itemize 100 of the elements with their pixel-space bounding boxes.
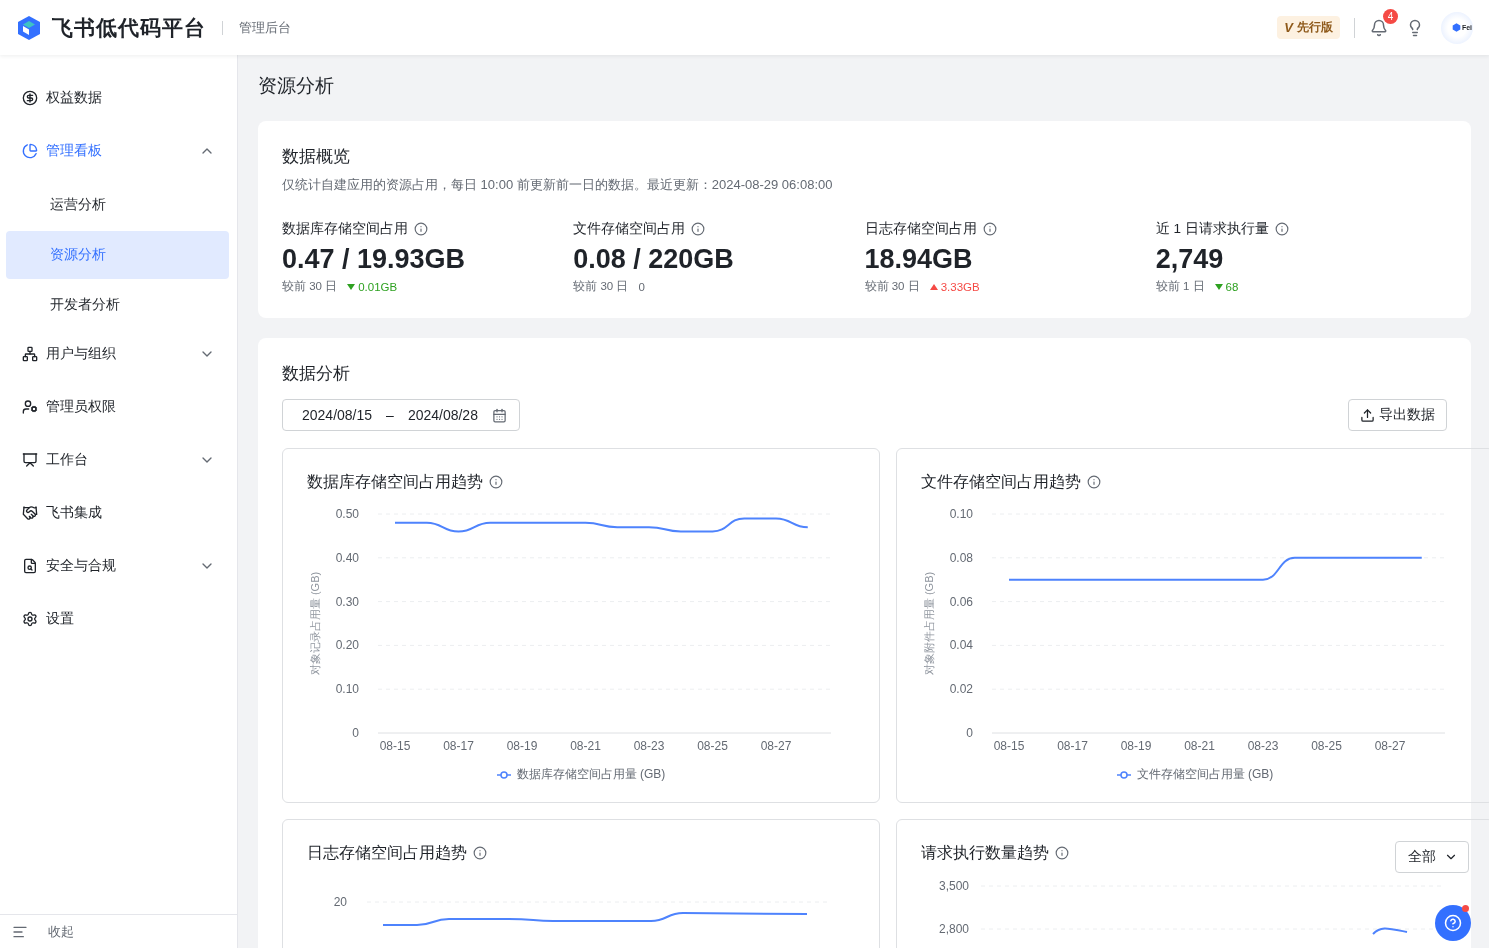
axis-tick-label: 3,500 <box>938 879 969 893</box>
menu-icon <box>22 90 38 106</box>
sidebar-subitem[interactable]: 开发者分析 <box>6 281 229 329</box>
menu-icon <box>22 143 38 159</box>
axis-tick-label: 0 <box>352 726 359 740</box>
sidebar-item[interactable]: 权益数据 <box>6 75 229 121</box>
description-text: 仅统计自建应用的资源占用，每日 10:00 前更新前一日的数据。最近更新：2024-08-29 06:08:00 <box>282 176 834 194</box>
axis-tick-label: 0.20 <box>335 638 359 653</box>
sidebar-item[interactable]: 工作台 <box>6 437 229 483</box>
legend-icon <box>1116 770 1131 779</box>
date-range-picker[interactable]: 2024/08/15 – 2024/08/28 <box>282 399 520 431</box>
sidebar-subitem[interactable]: 资源分析 <box>6 231 229 279</box>
product-name: 飞书低代码平台 <box>52 14 206 41</box>
axis-tick-label: 08-21 <box>570 739 601 753</box>
sidebar-item[interactable]: 用户与组织 <box>6 331 229 377</box>
edition-badge[interactable]: V 先行版 <box>1277 16 1340 39</box>
axis-tick-label: 0.30 <box>335 594 359 609</box>
triangle-up-icon <box>929 283 938 290</box>
collapse-sidebar-button[interactable]: 收起 <box>0 914 237 948</box>
notification-count: 4 <box>1383 8 1398 24</box>
compare-label: 较前 1 日 <box>1155 279 1205 294</box>
stat-delta: 0 <box>638 280 645 293</box>
sidebar-subitem[interactable]: 运营分析 <box>6 181 229 229</box>
stat-delta: 0.01GB <box>358 280 398 293</box>
menu-icon <box>22 611 38 627</box>
axis-tick-label: 0.10 <box>335 682 359 697</box>
axis-tick-label: 08-21 <box>1184 739 1215 753</box>
stat-delta: 3.33GB <box>940 280 980 293</box>
compare-label: 较前 30 日 <box>864 279 920 294</box>
sidebar-item[interactable]: 安全与合规 <box>6 543 229 589</box>
chart-title: 数据库存储空间占用趋势 <box>307 471 483 492</box>
sidebar-item[interactable]: 管理看板 <box>6 128 229 174</box>
menu-icon <box>22 452 38 468</box>
axis-tick-label: 0.06 <box>949 594 973 609</box>
axis-tick-label: 2,800 <box>938 922 969 936</box>
compare-label: 较前 30 日 <box>282 279 338 294</box>
info-icon[interactable] <box>489 475 503 489</box>
axis-tick-label: 0.08 <box>949 550 973 565</box>
legend-icon <box>496 770 511 779</box>
axis-tick-label: 08-15 <box>379 739 411 753</box>
axis-tick-label: 0.50 <box>335 507 359 521</box>
calendar-icon <box>491 407 507 423</box>
info-icon[interactable] <box>982 222 997 236</box>
logo-icon <box>16 14 42 41</box>
info-icon[interactable] <box>691 222 706 236</box>
stat-value: 0.08 / 220GB <box>573 244 735 275</box>
menu-icon <box>22 558 38 574</box>
export-button[interactable]: 导出数据 <box>1348 399 1447 431</box>
stat-label: 日志存储空间占用 <box>864 220 977 238</box>
upload-icon <box>1360 407 1375 423</box>
axis-tick-label: 08-23 <box>1247 739 1279 753</box>
axis-tick-label: 0.40 <box>335 550 359 565</box>
card-title: 数据分析 <box>282 363 351 385</box>
axis-tick-label: 0 <box>966 726 973 740</box>
info-icon[interactable] <box>1087 475 1101 489</box>
axis-tick-label: 08-19 <box>506 739 538 753</box>
card-title: 数据概览 <box>282 146 351 168</box>
stat-delta: 68 <box>1225 280 1239 293</box>
info-icon[interactable] <box>1055 846 1069 860</box>
axis-title: 对象附件占用量 (GB) <box>923 571 935 676</box>
axis-tick-label: 0.10 <box>949 507 973 521</box>
info-icon[interactable] <box>1274 222 1289 236</box>
stat-label: 近 1 日请求执行量 <box>1155 220 1269 238</box>
chart-title: 日志存储空间占用趋势 <box>307 842 467 863</box>
stat-value: 2,749 <box>1155 244 1225 275</box>
axis-tick-label: 20 <box>333 895 347 909</box>
info-icon[interactable] <box>473 846 487 860</box>
legend-label[interactable]: 文件存储空间占用量 (GB) <box>1136 766 1274 783</box>
axis-tick-label: 08-25 <box>697 739 728 753</box>
section-title: 管理后台 <box>239 18 291 37</box>
help-icon <box>1444 914 1462 932</box>
axis-tick-label: 08-23 <box>633 739 665 753</box>
sidebar-item[interactable]: 飞书集成 <box>6 490 229 536</box>
axis-tick-label: 08-25 <box>1311 739 1342 753</box>
menu-icon <box>22 346 38 362</box>
sidebar-item[interactable]: 设置 <box>6 596 229 642</box>
filter-dropdown[interactable]: 全部 <box>1395 841 1469 873</box>
chart-title: 文件存储空间占用趋势 <box>921 471 1081 492</box>
legend-label[interactable]: 数据库存储空间占用量 (GB) <box>516 766 666 783</box>
notification-bell-icon[interactable] <box>1369 17 1389 38</box>
info-icon[interactable] <box>414 222 428 236</box>
axis-tick-label: 08-27 <box>760 739 792 753</box>
axis-tick-label: 08-19 <box>1120 739 1152 753</box>
axis-tick-label: 08-27 <box>1374 739 1406 753</box>
triangle-down-icon <box>1214 283 1223 290</box>
stat-label: 文件存储空间占用 <box>573 220 686 238</box>
axis-tick-label: 08-17 <box>443 739 474 753</box>
triangle-down-icon <box>347 283 356 290</box>
trend-line-drawing <box>1372 927 1408 935</box>
chart-title: 请求执行数量趋势 <box>921 842 1049 863</box>
stat-value: 18.94GB <box>864 244 974 275</box>
sidebar-item[interactable]: 管理员权限 <box>6 384 229 430</box>
stat-label: 数据库存储空间占用 <box>282 220 408 238</box>
axis-tick-label: 0.04 <box>949 638 973 653</box>
axis-tick-label: 08-17 <box>1057 739 1088 753</box>
stat-value: 0.47 / 19.93GB <box>282 244 467 275</box>
page-title: 资源分析 <box>258 74 335 98</box>
axis-title: 对象记录占用量 (GB) <box>309 571 321 676</box>
menu-icon <box>22 505 38 521</box>
compare-label: 较前 30 日 <box>573 279 629 294</box>
